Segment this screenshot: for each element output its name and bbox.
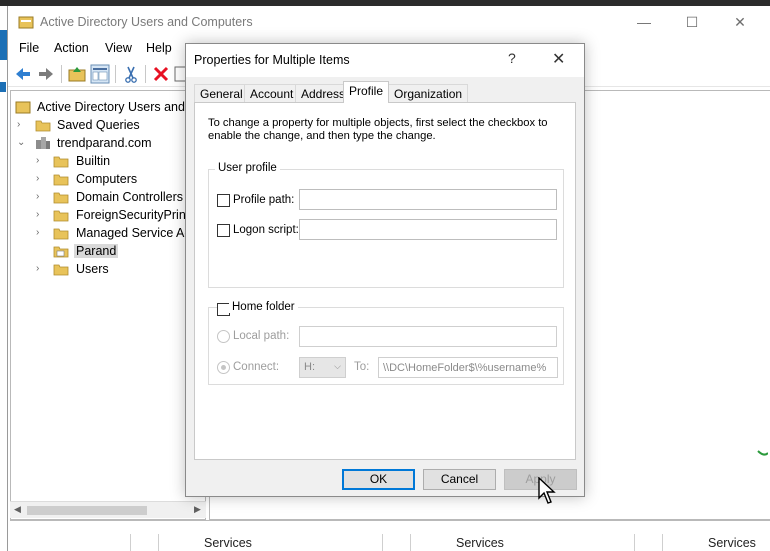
folder-icon xyxy=(53,192,69,204)
user-profile-group-title: User profile xyxy=(215,162,280,174)
title-bar[interactable]: Active Directory Users and Computers — ☐… xyxy=(8,6,770,38)
profile-path-input[interactable] xyxy=(299,189,557,210)
home-folder-group: Home folder Local path: Connect: H: ⌵ To… xyxy=(208,301,564,385)
folder-icon xyxy=(53,264,69,276)
expand-chevron-icon[interactable]: › xyxy=(17,119,27,130)
mouse-cursor-icon xyxy=(538,477,556,504)
folder-icon xyxy=(53,210,69,222)
user-profile-group: User profile Profile path: Logon script: xyxy=(208,162,564,288)
folder-icon xyxy=(53,228,69,240)
folder-icon xyxy=(53,174,69,186)
close-button[interactable]: ✕ xyxy=(717,6,763,38)
drive-letter-select[interactable]: H: ⌵ xyxy=(299,357,346,378)
instructions-text: To change a property for multiple object… xyxy=(208,117,548,142)
list-item[interactable]: Services xyxy=(456,536,504,550)
connect-radio[interactable] xyxy=(217,361,230,374)
ok-button[interactable]: OK xyxy=(342,469,415,490)
back-arrow-icon[interactable] xyxy=(13,64,33,84)
expand-chevron-icon[interactable]: › xyxy=(36,227,46,238)
toolbar-separator xyxy=(61,65,62,83)
profile-path-checkbox[interactable] xyxy=(217,194,230,207)
ou-icon xyxy=(53,246,69,258)
up-folder-icon[interactable] xyxy=(67,64,87,84)
local-path-label: Local path: xyxy=(233,330,290,342)
collapse-chevron-icon[interactable]: ⌄ xyxy=(17,137,27,148)
background-window-edge xyxy=(0,82,6,92)
services-row: Services Services Services xyxy=(8,534,770,551)
expand-chevron-icon[interactable]: › xyxy=(36,155,46,166)
expand-chevron-icon[interactable]: › xyxy=(36,209,46,220)
list-item[interactable]: Services xyxy=(204,536,252,550)
scroll-left-icon[interactable]: ◀ xyxy=(14,504,21,515)
window-title: Active Directory Users and Computers xyxy=(40,15,253,29)
cut-icon[interactable] xyxy=(121,64,141,84)
folder-icon xyxy=(53,156,69,168)
logon-script-checkbox[interactable] xyxy=(217,224,230,237)
forward-arrow-icon[interactable] xyxy=(36,64,56,84)
tab-profile[interactable]: Profile xyxy=(343,81,390,103)
toolbar-separator xyxy=(115,65,116,83)
dialog-title: Properties for Multiple Items xyxy=(194,53,350,67)
tree-horizontal-scrollbar[interactable]: ◀ ▶ xyxy=(10,501,206,518)
tab-account[interactable]: Account xyxy=(244,84,300,102)
scroll-right-icon[interactable]: ▶ xyxy=(194,504,201,515)
menu-view[interactable]: View xyxy=(105,41,132,55)
console-tree: Active Directory Users and Co › Saved Qu… xyxy=(10,90,206,520)
ad-root-icon xyxy=(15,101,31,114)
scrollbar-thumb[interactable] xyxy=(27,506,147,515)
menu-action[interactable]: Action xyxy=(54,41,89,55)
connect-label: Connect: xyxy=(233,361,280,373)
tab-organization[interactable]: Organization xyxy=(388,84,469,102)
expand-chevron-icon[interactable]: › xyxy=(36,173,46,184)
delete-icon[interactable] xyxy=(151,64,171,84)
expand-chevron-icon[interactable]: › xyxy=(36,263,46,274)
ad-app-icon xyxy=(18,16,34,29)
menu-file[interactable]: File xyxy=(19,41,39,55)
domain-icon xyxy=(36,137,50,149)
logon-script-input[interactable] xyxy=(299,219,557,240)
profile-tab-panel: To change a property for multiple object… xyxy=(194,102,576,460)
maximize-button[interactable]: ☐ xyxy=(669,6,715,38)
home-folder-group-title: Home folder xyxy=(229,301,298,313)
to-label: To: xyxy=(354,361,370,373)
help-button[interactable]: ? xyxy=(508,50,516,66)
dialog-title-bar[interactable]: Properties for Multiple Items ? ✕ xyxy=(186,44,584,77)
local-path-radio[interactable] xyxy=(217,330,230,343)
chevron-down-icon: ⌵ xyxy=(334,361,341,371)
home-folder-path-input[interactable] xyxy=(378,357,558,378)
properties-dialog: Properties for Multiple Items ? ✕ Genera… xyxy=(185,43,585,497)
status-arrow-icon xyxy=(757,450,768,456)
expand-chevron-icon[interactable]: › xyxy=(36,191,46,202)
logon-script-label: Logon script: xyxy=(233,224,299,236)
folder-icon xyxy=(35,120,51,132)
dialog-close-button[interactable]: ✕ xyxy=(552,49,565,69)
cancel-button[interactable]: Cancel xyxy=(423,469,496,490)
drive-letter-value: H: xyxy=(304,361,315,373)
background-window-edge xyxy=(0,30,7,60)
show-hide-tree-icon[interactable] xyxy=(90,64,110,84)
tab-general[interactable]: General xyxy=(194,84,249,102)
local-path-input[interactable] xyxy=(299,326,557,347)
profile-path-label: Profile path: xyxy=(233,194,295,206)
minimize-button[interactable]: — xyxy=(621,6,667,38)
toolbar-separator xyxy=(145,65,146,83)
menu-help[interactable]: Help xyxy=(146,41,172,55)
list-item[interactable]: Services xyxy=(708,536,756,550)
